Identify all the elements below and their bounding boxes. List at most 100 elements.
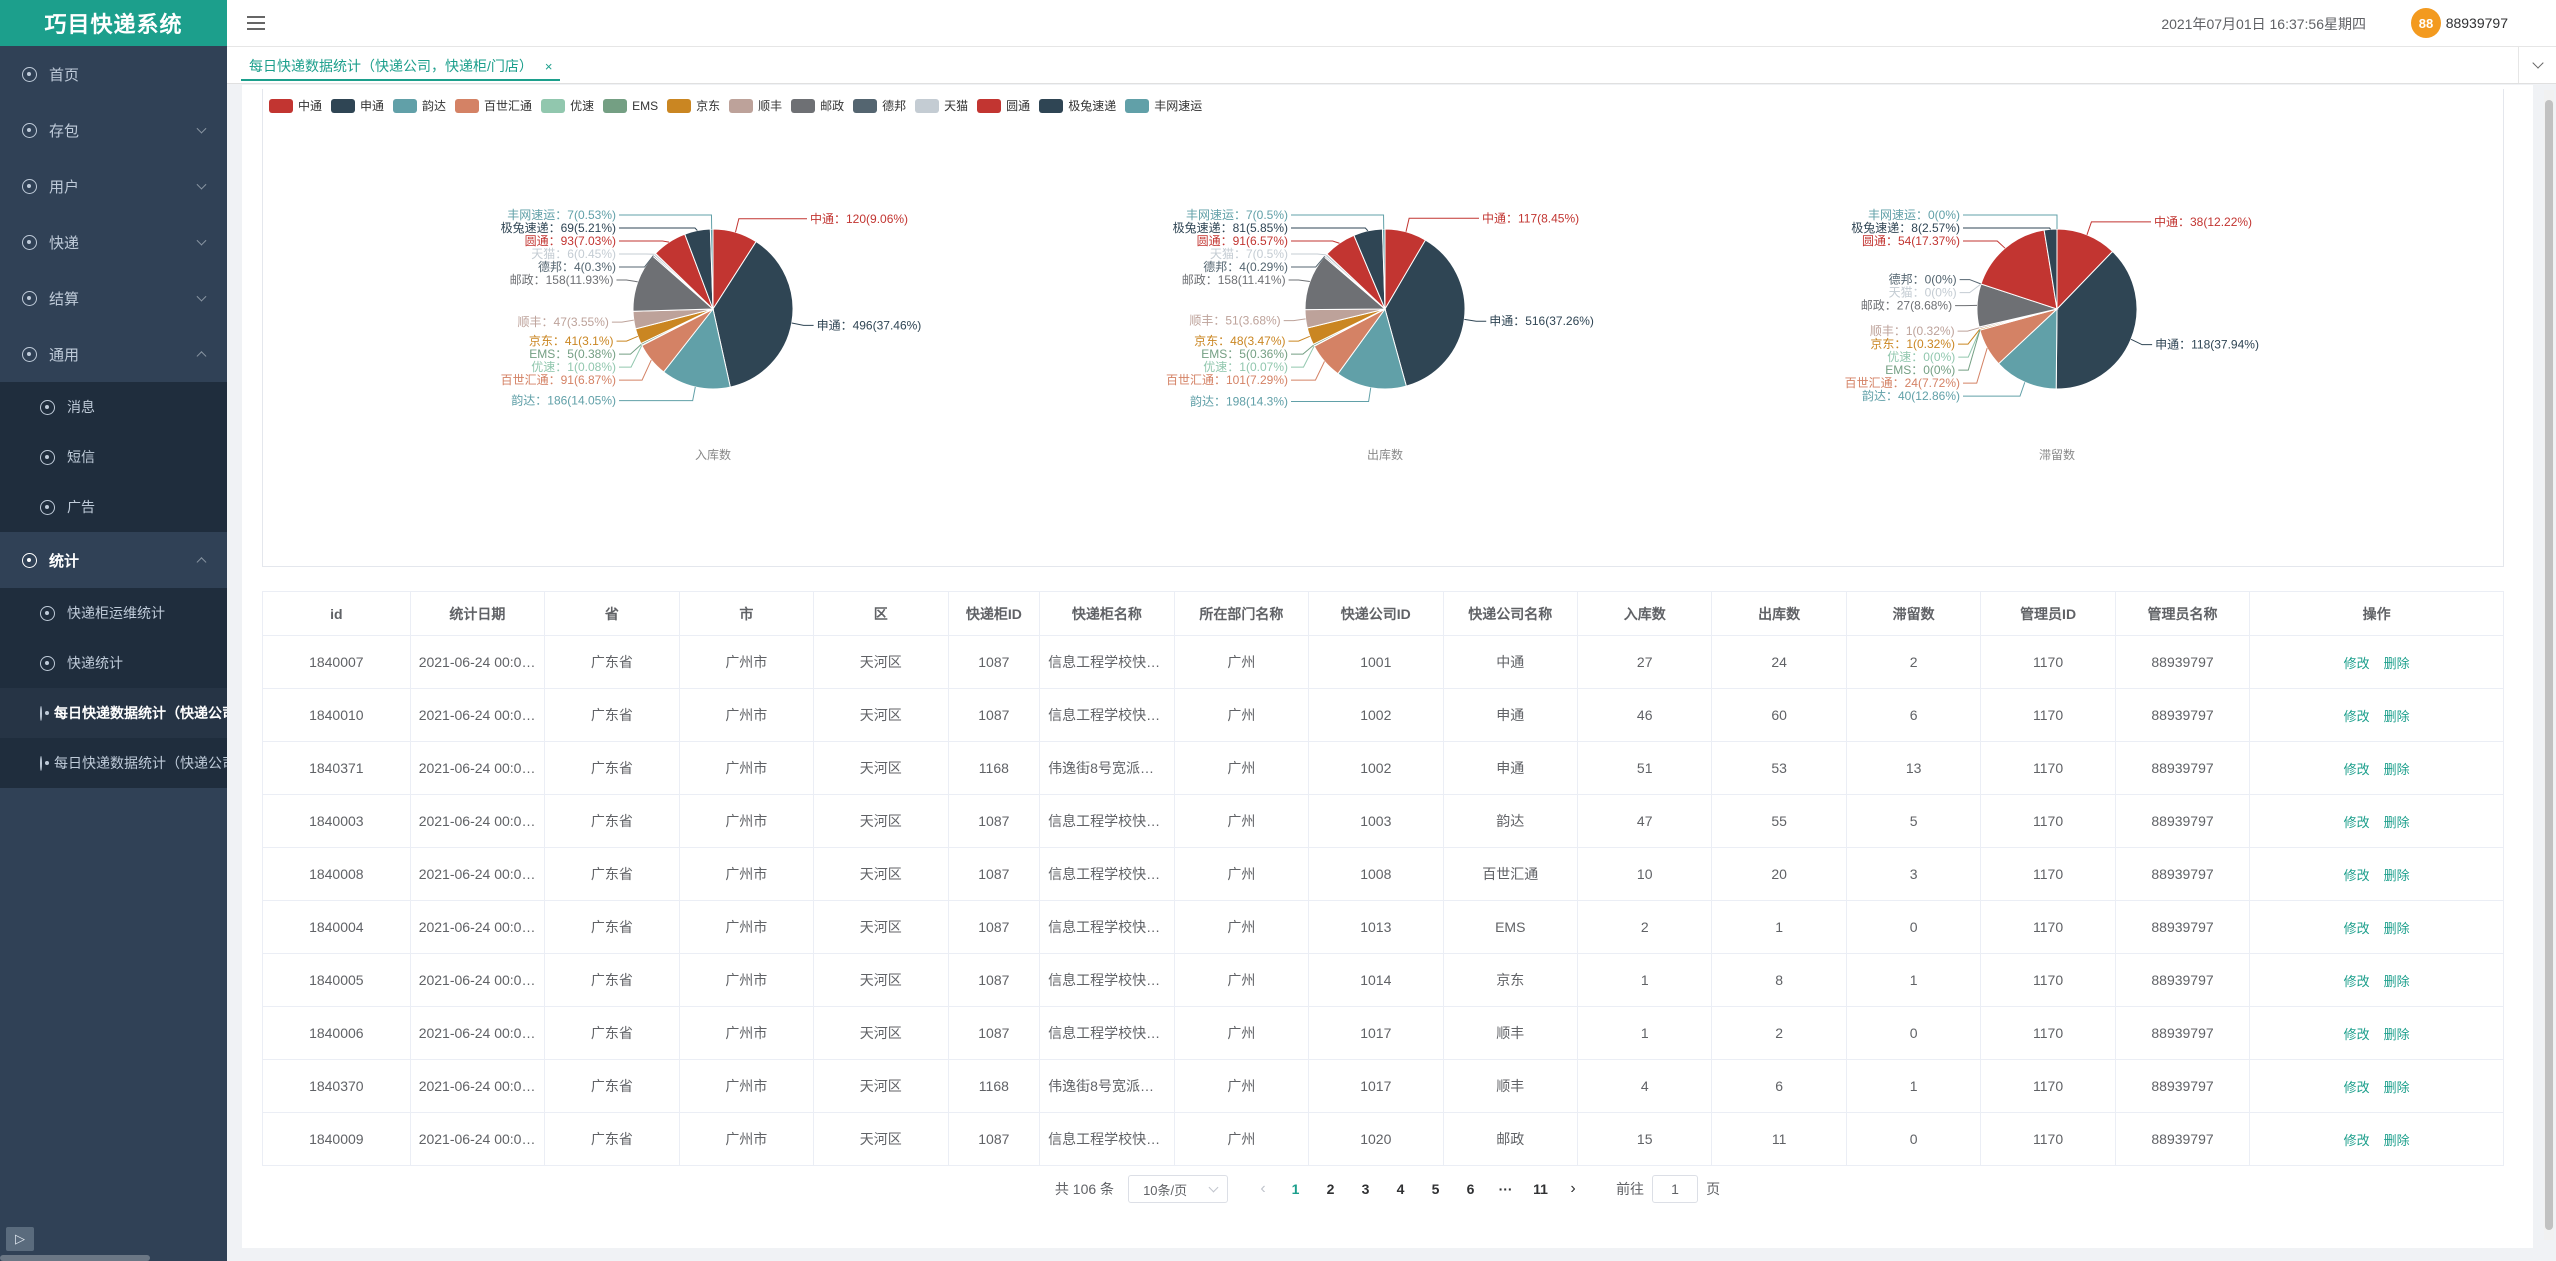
table-cell: 11 xyxy=(1711,1112,1847,1166)
delete-button[interactable]: 删除 xyxy=(2384,974,2410,989)
sidebar-collapse-icon[interactable]: ▷ xyxy=(6,1227,34,1251)
pie-label-line xyxy=(1288,279,1310,283)
edit-button[interactable]: 修改 xyxy=(2344,868,2370,883)
pie-label: 中通：38(12.22%) xyxy=(2154,214,2252,229)
table-cell: 广州市 xyxy=(679,953,815,1007)
pie-label-line xyxy=(1963,382,2026,397)
username[interactable]: 88939797 xyxy=(2446,15,2508,31)
table-cell: 88939797 xyxy=(2115,1059,2251,1113)
table-cell: 广州 xyxy=(1174,1059,1310,1113)
avatar[interactable]: 88 xyxy=(2411,8,2441,38)
edit-button[interactable]: 修改 xyxy=(2344,709,2370,724)
table-cell: 天河区 xyxy=(813,1006,949,1060)
tab-daily-stats[interactable]: 每日快递数据统计（快递公司，快递柜/门店） × xyxy=(241,53,561,81)
delete-button[interactable]: 删除 xyxy=(2384,709,2410,724)
close-icon[interactable]: × xyxy=(545,59,553,74)
menu-icon xyxy=(40,449,55,465)
page-number[interactable]: 3 xyxy=(1348,1181,1383,1197)
delete-button[interactable]: 删除 xyxy=(2384,1133,2410,1148)
pie-title: 滞留数 xyxy=(2039,447,2075,462)
sidebar-subitem-stats-3[interactable]: 每日快递数据统计（快递公司） xyxy=(0,738,227,788)
delete-button[interactable]: 删除 xyxy=(2384,868,2410,883)
column-header: 快递公司名称 xyxy=(1443,591,1578,636)
sidebar-subitem-stats-0[interactable]: 快递柜运维统计 xyxy=(0,588,227,638)
menu-icon xyxy=(40,499,55,515)
edit-button[interactable]: 修改 xyxy=(2344,1027,2370,1042)
page-number[interactable]: 2 xyxy=(1313,1181,1348,1197)
pie-label-line xyxy=(1958,330,1981,371)
table-cell: 6 xyxy=(1711,1059,1847,1113)
table-cell: 6 xyxy=(1846,688,1982,742)
page-number[interactable]: 1 xyxy=(1278,1181,1313,1197)
sidebar-item-4[interactable]: 结算 xyxy=(0,270,227,326)
table-cell: 1087 xyxy=(948,1112,1041,1166)
edit-button[interactable]: 修改 xyxy=(2344,1080,2370,1095)
table-cell: 百世汇通 xyxy=(1443,847,1578,901)
pie-label: 京东：41(3.1%) xyxy=(529,334,614,348)
pie-label-line xyxy=(1959,283,1982,294)
prev-page-button[interactable]: ‹ xyxy=(1248,1180,1278,1198)
page-number[interactable]: 4 xyxy=(1383,1181,1418,1197)
edit-button[interactable]: 修改 xyxy=(2344,815,2370,830)
pie-label: 优速：1(0.07%) xyxy=(1203,360,1288,374)
sidebar-item-2[interactable]: 用户 xyxy=(0,158,227,214)
page-scrollbar[interactable] xyxy=(2544,90,2554,1240)
hamburger-icon[interactable] xyxy=(247,16,265,30)
sidebar-subitem-general-2[interactable]: 广告 xyxy=(0,482,227,532)
pagination: 共 106 条 10条/页 ‹ 1 2 3 4 5 6 ··· 11 › 前往 1 页 xyxy=(242,1175,2533,1203)
column-header: 统计日期 xyxy=(410,591,546,636)
delete-button[interactable]: 删除 xyxy=(2384,815,2410,830)
chevron-down-icon[interactable] xyxy=(2518,47,2556,83)
table-cell: 广州 xyxy=(1174,847,1310,901)
table-cell: 2 xyxy=(1846,635,1982,689)
page-number[interactable]: 5 xyxy=(1418,1181,1453,1197)
delete-button[interactable]: 删除 xyxy=(2384,1080,2410,1095)
actions-cell: 修改 删除 xyxy=(2249,847,2504,901)
table-cell: 广东省 xyxy=(544,900,680,954)
page-number[interactable]: 11 xyxy=(1523,1181,1558,1197)
sidebar-item-0[interactable]: 首页 xyxy=(0,46,227,102)
table-cell: 1087 xyxy=(948,794,1041,848)
sidebar-item-3[interactable]: 快递 xyxy=(0,214,227,270)
edit-button[interactable]: 修改 xyxy=(2344,921,2370,936)
delete-button[interactable]: 删除 xyxy=(2384,656,2410,671)
sidebar-subitem-general-0[interactable]: 消息 xyxy=(0,382,227,432)
sidebar-subitem-stats-1[interactable]: 快递统计 xyxy=(0,638,227,688)
column-header: 管理员名称 xyxy=(2115,591,2251,636)
table-cell: 广东省 xyxy=(544,953,680,1007)
menu-label: 广告 xyxy=(67,499,95,515)
sidebar-item-5[interactable]: 通用 xyxy=(0,326,227,382)
data-table: id 统计日期省市区快递柜ID 快递柜名称 所在部门名称 快递公司ID 快递公司名称 入库数… xyxy=(262,591,2504,1166)
menu-label: 每日快递数据统计（快递公司） xyxy=(54,755,227,771)
table-cell: 55 xyxy=(1711,794,1847,848)
table-cell: 伟逸街8号宽派快递柜 xyxy=(1039,1059,1175,1113)
total-count: 共 106 条 xyxy=(1054,1181,1115,1197)
sidebar-item-stats[interactable]: 统计 xyxy=(0,532,227,588)
actions-cell: 修改 删除 xyxy=(2249,635,2504,689)
table-cell: 0 xyxy=(1846,900,1982,954)
table-cell: 广东省 xyxy=(544,688,680,742)
table-cell: 广州 xyxy=(1174,794,1310,848)
sidebar-subitem-stats-2[interactable]: 每日快递数据统计（快递公司，快递柜/门店） xyxy=(0,688,227,738)
edit-button[interactable]: 修改 xyxy=(2344,974,2370,989)
pie-label: 天猫：7(0.5%) xyxy=(1210,247,1288,261)
delete-button[interactable]: 删除 xyxy=(2384,921,2410,936)
edit-button[interactable]: 修改 xyxy=(2344,762,2370,777)
page-number[interactable]: 6 xyxy=(1453,1181,1488,1197)
edit-button[interactable]: 修改 xyxy=(2344,656,2370,671)
table-cell: 天河区 xyxy=(813,794,949,848)
table-cell: 2021-06-24 00:00:00 xyxy=(410,794,546,848)
sidebar-item-1[interactable]: 存包 xyxy=(0,102,227,158)
table-cell: 信息工程学校快递柜 xyxy=(1039,847,1175,901)
next-page-button[interactable]: › xyxy=(1558,1180,1588,1198)
delete-button[interactable]: 删除 xyxy=(2384,1027,2410,1042)
page-number[interactable]: ··· xyxy=(1488,1181,1523,1197)
table-cell: 广州 xyxy=(1174,688,1310,742)
table-cell: 1170 xyxy=(1980,635,2116,689)
sidebar-subitem-general-1[interactable]: 短信 xyxy=(0,432,227,482)
delete-button[interactable]: 删除 xyxy=(2384,762,2410,777)
sidebar-scrollbar[interactable] xyxy=(0,1255,150,1261)
page-size-select[interactable]: 10条/页 xyxy=(1128,1175,1229,1203)
edit-button[interactable]: 修改 xyxy=(2344,1133,2370,1148)
goto-page-input[interactable]: 1 xyxy=(1652,1175,1699,1203)
